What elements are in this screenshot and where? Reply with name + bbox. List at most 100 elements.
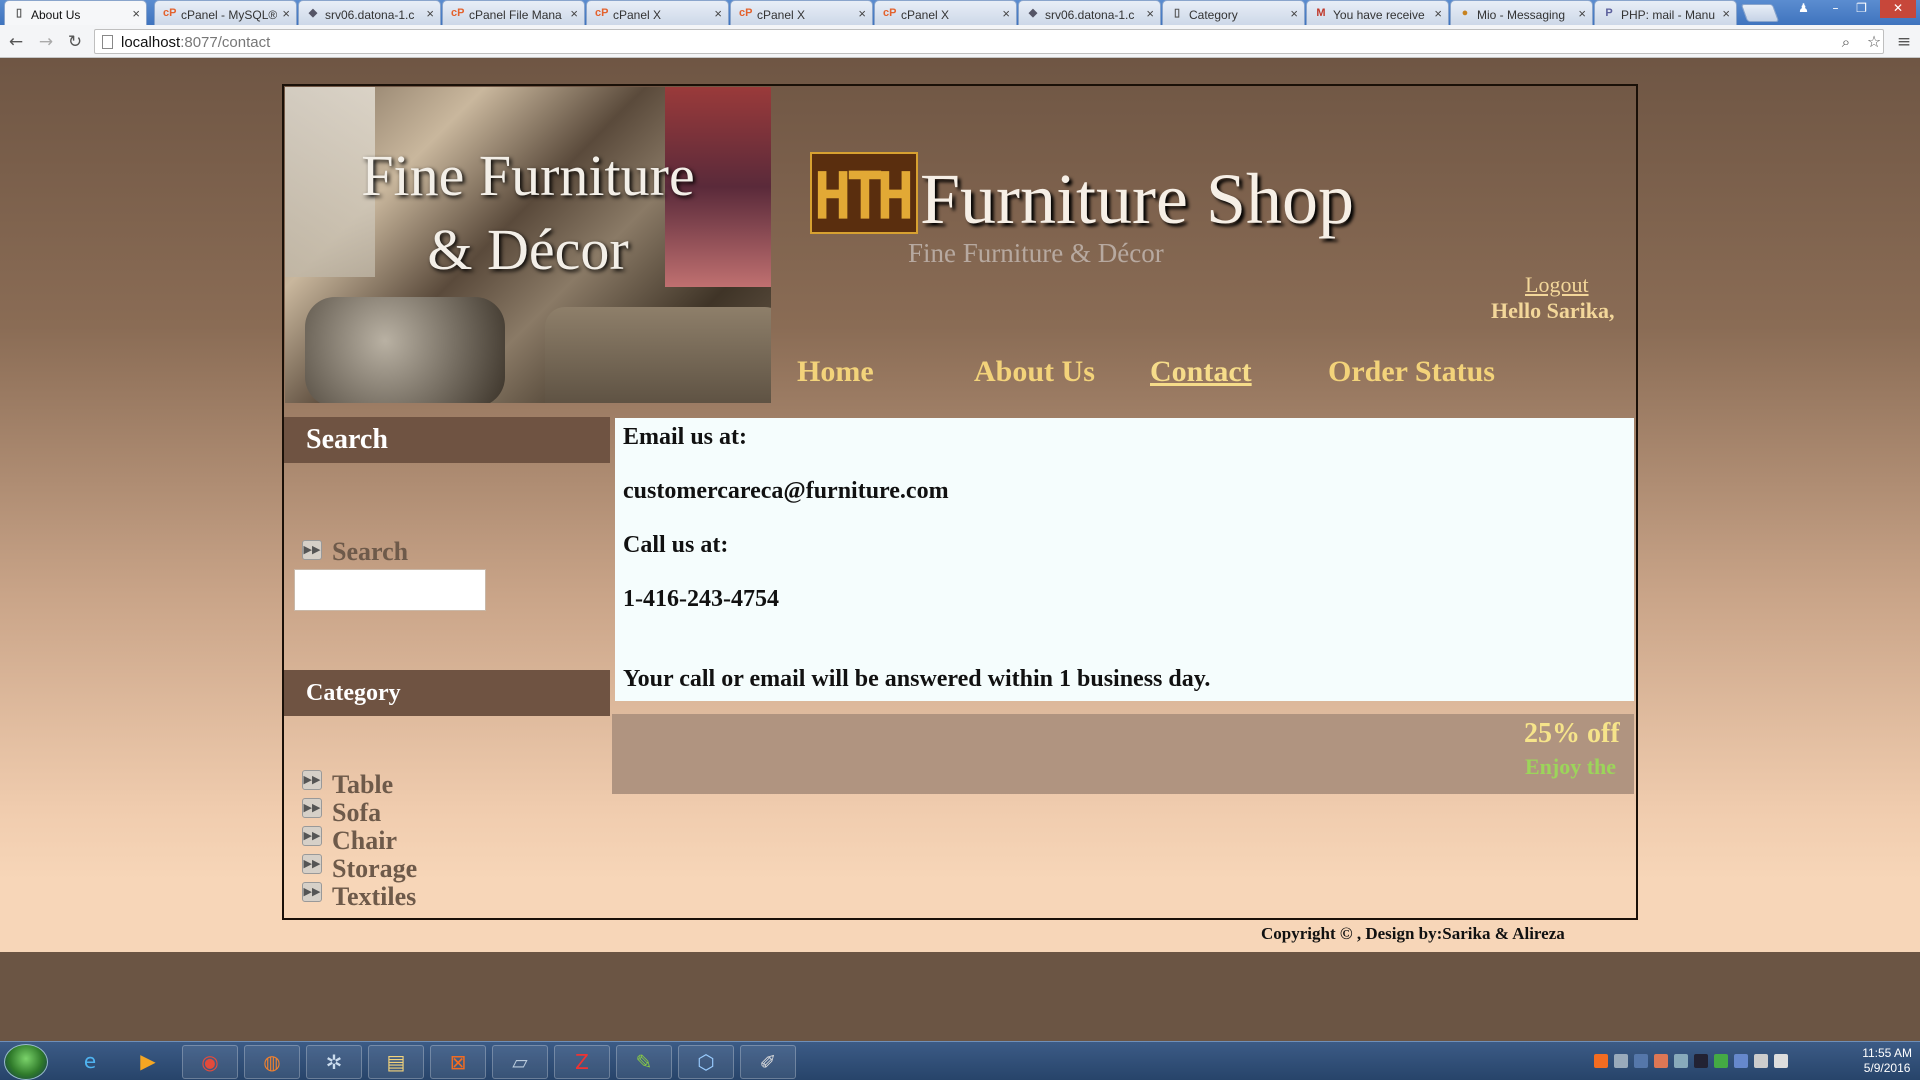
minimize-button[interactable]: – [1822, 0, 1849, 18]
gmail-icon: M [1316, 7, 1326, 19]
mio-icon: ● [1461, 7, 1469, 19]
cpanel-icon: cP [739, 7, 753, 19]
close-icon[interactable]: × [1434, 6, 1442, 21]
search-label: Search [332, 537, 409, 566]
nav-home[interactable]: Home [797, 355, 874, 389]
php-icon: P [1605, 7, 1613, 19]
url-path: :8077/contact [180, 34, 271, 51]
contact-content-panel [615, 418, 1634, 701]
page-bottom-band [0, 952, 1920, 1041]
close-icon[interactable]: × [1002, 6, 1010, 21]
banner-image: Fine Furniture & Décor [285, 87, 771, 403]
copyright-text: Copyright © , Design by:Sarika & Alireza [1261, 924, 1565, 943]
tray-network-icon[interactable] [1634, 1054, 1648, 1068]
nav-contact[interactable]: Contact [1150, 355, 1252, 389]
promo-headline: 25% off [1524, 718, 1620, 749]
media-player-icon[interactable]: ▶ [120, 1045, 176, 1079]
tab-title: cPanel - MySQL® [181, 8, 278, 22]
close-icon[interactable]: × [282, 6, 290, 21]
tray-dropbox-icon[interactable] [1614, 1054, 1628, 1068]
tab-about-us[interactable]: ▯ About Us × [4, 0, 147, 25]
chrome-icon[interactable]: ◉ [182, 1045, 238, 1079]
fast-forward-icon: ▶▶ [302, 826, 322, 846]
close-icon[interactable]: × [1722, 6, 1730, 21]
close-icon[interactable]: × [1578, 6, 1586, 21]
restore-button[interactable]: ❐ [1848, 0, 1875, 18]
folder-icon[interactable]: ▤ [368, 1045, 424, 1079]
start-button[interactable] [4, 1044, 48, 1080]
tab-cpanel-file-manager[interactable]: cP cPanel File Mana × [442, 0, 585, 25]
close-icon[interactable]: × [132, 6, 140, 21]
reload-icon[interactable]: ↻ [65, 32, 85, 52]
tab-title: Category [1189, 8, 1238, 22]
app-icon[interactable]: ✲ [306, 1045, 362, 1079]
tray-app-icon[interactable] [1654, 1054, 1668, 1068]
banner-line-1: Fine Furniture [361, 143, 695, 208]
search-input[interactable] [294, 569, 486, 611]
tab-title: srv06.datona-1.c [325, 8, 415, 22]
editor-icon[interactable]: ✎ [616, 1045, 672, 1079]
close-icon[interactable]: × [570, 6, 578, 21]
tray-xampp-icon[interactable] [1594, 1054, 1608, 1068]
tray-chrome-icon[interactable] [1734, 1054, 1748, 1068]
category-link-textiles[interactable]: Textiles [332, 882, 416, 912]
category-link-chair[interactable]: Chair [332, 826, 397, 856]
user-icon[interactable]: ♟ [1790, 0, 1817, 18]
fast-forward-icon: ▶▶ [302, 854, 322, 874]
tab-cpanel-x[interactable]: cP cPanel X × [874, 0, 1017, 25]
tray-volume-icon[interactable] [1774, 1054, 1788, 1068]
page-icon [102, 35, 113, 49]
close-icon[interactable]: × [858, 6, 866, 21]
tab-title: cPanel X [757, 8, 806, 22]
clock-date: 5/9/2016 [1863, 1061, 1911, 1075]
tray-app-icon[interactable] [1714, 1054, 1728, 1068]
tray-app-icon[interactable] [1674, 1054, 1688, 1068]
category-link-table[interactable]: Table [332, 770, 393, 800]
zoom-icon[interactable]: ⌕ [1836, 32, 1856, 52]
close-icon[interactable]: × [1146, 6, 1154, 21]
internet-explorer-icon[interactable]: e [62, 1045, 118, 1079]
url-host: localhost [121, 34, 181, 51]
tab-title: cPanel X [613, 8, 662, 22]
cpanel-icon: cP [883, 7, 897, 19]
tab-php-mail[interactable]: P PHP: mail - Manu × [1594, 0, 1737, 25]
shop-tagline: Fine Furniture & Décor [908, 238, 1164, 268]
nav-about-us[interactable]: About Us [974, 355, 1095, 389]
tray-monitor-icon[interactable] [1694, 1054, 1708, 1068]
tab-mio[interactable]: ● Mio - Messaging × [1450, 0, 1593, 25]
tab-cpanel-mysql[interactable]: cP cPanel - MySQL® × [154, 0, 297, 25]
firefox-icon[interactable]: ◍ [244, 1045, 300, 1079]
notepad-icon[interactable]: ▱ [492, 1045, 548, 1079]
pma-icon: ◆ [308, 7, 318, 19]
fast-forward-icon: ▶▶ [302, 882, 322, 902]
banner-line-2: & Décor [427, 217, 629, 282]
tab-cpanel-x[interactable]: cP cPanel X × [730, 0, 873, 25]
nav-order-status[interactable]: Order Status [1328, 355, 1495, 389]
tab-cpanel-x[interactable]: cP cPanel X × [586, 0, 729, 25]
new-tab-button[interactable] [1740, 4, 1780, 22]
promo-panel [612, 714, 1634, 794]
category-link-storage[interactable]: Storage [332, 854, 417, 884]
paint-icon[interactable]: ✐ [740, 1045, 796, 1079]
tab-gmail[interactable]: M You have receive × [1306, 0, 1449, 25]
close-window-button[interactable]: ✕ [1880, 0, 1916, 18]
filezilla-icon[interactable]: Z [554, 1045, 610, 1079]
category-link-sofa[interactable]: Sofa [332, 798, 381, 828]
logout-link[interactable]: Logout [1525, 272, 1589, 298]
close-icon[interactable]: × [426, 6, 434, 21]
virtualbox-icon[interactable]: ⬡ [678, 1045, 734, 1079]
close-icon[interactable]: × [1290, 6, 1298, 21]
forward-arrow-icon[interactable]: → [36, 32, 56, 52]
system-clock[interactable]: 11:55 AM 5/9/2016 [1862, 1046, 1912, 1076]
tab-category[interactable]: ▯ Category × [1162, 0, 1305, 25]
back-arrow-icon[interactable]: ← [6, 32, 26, 52]
tab-srv06[interactable]: ◆ srv06.datona-1.c × [298, 0, 441, 25]
close-icon[interactable]: × [714, 6, 722, 21]
tray-power-icon[interactable] [1754, 1054, 1768, 1068]
menu-icon[interactable]: ≡ [1894, 32, 1914, 52]
address-bar[interactable]: localhost:8077/contact [94, 29, 1884, 54]
xampp-icon[interactable]: ⊠ [430, 1045, 486, 1079]
star-icon[interactable]: ☆ [1864, 32, 1884, 52]
shop-logo [810, 152, 918, 234]
tab-srv06[interactable]: ◆ srv06.datona-1.c × [1018, 0, 1161, 25]
